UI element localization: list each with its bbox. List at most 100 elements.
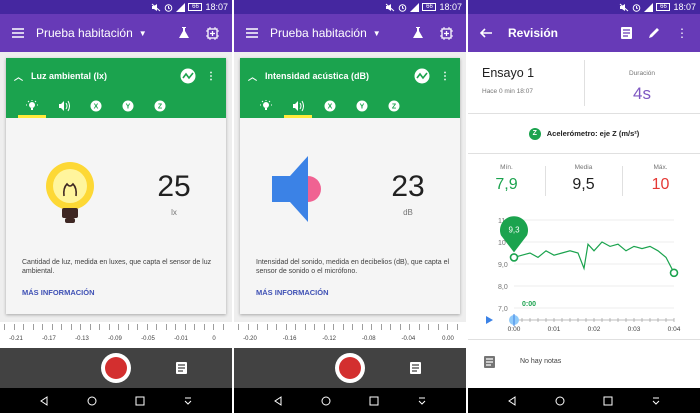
sensor-graph[interactable]: 11 10 9,0 8,0 7,0 0:00 0:01 0:02 0:03 0:04 9,3 0:00 bbox=[468, 208, 700, 340]
ruler-mark bbox=[184, 324, 186, 330]
edit-pencil-icon[interactable] bbox=[640, 27, 668, 39]
ruler-mark bbox=[418, 324, 420, 330]
ruler-mark bbox=[194, 324, 195, 330]
hide-keyboard-icon[interactable] bbox=[183, 396, 193, 406]
home-nav-icon[interactable] bbox=[555, 396, 565, 406]
stat-max-value: 10 bbox=[651, 176, 670, 193]
z-axis-icon: Z bbox=[528, 127, 541, 140]
time-ruler[interactable]: -0.21 -0.17 -0.13 -0.09 -0.05 -0.01 0 bbox=[0, 322, 232, 348]
graph-toggle-icon[interactable] bbox=[180, 68, 196, 84]
more-info-link[interactable]: MÁS INFORMACIÓN bbox=[22, 288, 95, 297]
time-ruler[interactable]: -0.20 -0.16 -0.12 -0.08 -0.04 0.00 bbox=[234, 322, 466, 348]
clock: 18:07 bbox=[673, 2, 696, 12]
back-nav-icon[interactable] bbox=[273, 395, 283, 406]
more-info-link[interactable]: MÁS INFORMACIÓN bbox=[256, 288, 329, 297]
home-nav-icon[interactable] bbox=[321, 396, 331, 406]
overflow-menu-icon[interactable]: ⋮ bbox=[668, 26, 696, 40]
sensor-card-title: Intensidad acústica (dB) bbox=[265, 71, 370, 81]
recents-nav-icon[interactable] bbox=[135, 396, 145, 406]
tab-accel-y[interactable]: Y bbox=[112, 94, 144, 118]
record-button[interactable] bbox=[335, 353, 365, 383]
menu-icon[interactable] bbox=[238, 28, 266, 38]
battery-icon: 66 bbox=[656, 3, 671, 11]
status-bar: 66 18:07 bbox=[234, 0, 466, 14]
ruler-tick-label: -0.04 bbox=[401, 336, 416, 342]
recents-nav-icon[interactable] bbox=[369, 396, 379, 406]
sensor-value: 23 bbox=[391, 170, 425, 203]
menu-icon[interactable] bbox=[4, 28, 32, 38]
note-icon[interactable] bbox=[176, 361, 187, 379]
pin-value-label: 9,3 bbox=[508, 225, 520, 234]
tab-sound-sensor[interactable] bbox=[48, 94, 80, 118]
flask-icon[interactable] bbox=[170, 27, 198, 39]
tab-accel-z[interactable]: Z bbox=[144, 94, 176, 118]
notes-icon[interactable] bbox=[612, 27, 640, 39]
tab-sound-sensor[interactable] bbox=[282, 94, 314, 118]
sensor-card: ︿ Luz ambiental (lx) ⋮ X Y Z 25 lx Canti… bbox=[6, 58, 226, 314]
tab-accel-x[interactable]: X bbox=[314, 94, 346, 118]
hide-keyboard-icon[interactable] bbox=[651, 396, 661, 406]
stats-panel: Mín. 7,9 Media 9,5 Máx. 10 bbox=[468, 154, 700, 208]
ruler-mark bbox=[456, 324, 458, 330]
speaker-icon bbox=[293, 100, 304, 112]
play-icon[interactable] bbox=[486, 316, 493, 324]
tab-light-sensor[interactable] bbox=[250, 94, 282, 118]
back-nav-icon[interactable] bbox=[507, 395, 517, 406]
app-bar: Prueba habitación ▼ bbox=[234, 14, 466, 52]
back-arrow-icon[interactable] bbox=[472, 28, 500, 38]
bottom-control-bar bbox=[0, 348, 232, 388]
recents-nav-icon[interactable] bbox=[603, 396, 613, 406]
add-sensor-icon[interactable] bbox=[198, 26, 226, 40]
svg-text:X: X bbox=[328, 104, 333, 111]
tab-accel-x[interactable]: X bbox=[80, 94, 112, 118]
ruler-mark bbox=[108, 324, 110, 330]
record-button[interactable] bbox=[101, 353, 131, 383]
end-point bbox=[669, 268, 679, 278]
ruler-mark bbox=[314, 324, 315, 330]
ruler-mark bbox=[203, 324, 205, 330]
start-point bbox=[509, 253, 519, 262]
ruler-mark bbox=[409, 324, 410, 330]
alarm-icon bbox=[165, 3, 173, 12]
app-bar: Prueba habitación ▼ bbox=[0, 14, 232, 52]
experiment-title[interactable]: Prueba habitación bbox=[36, 26, 133, 40]
notes-section: No hay notas bbox=[468, 340, 700, 388]
note-icon[interactable] bbox=[410, 361, 421, 379]
tab-accel-z[interactable]: Z bbox=[378, 94, 410, 118]
x-axis-icon: X bbox=[90, 100, 102, 112]
x-tick-label: 0:01 bbox=[548, 326, 561, 333]
y-tick-label: 7,0 bbox=[498, 306, 508, 313]
sensor-line-chart[interactable]: 11109,08,07,00:00 0:01 0:02 0:03 0:049,30:00 bbox=[468, 208, 700, 340]
ruler-mark bbox=[238, 324, 239, 330]
ruler-mark bbox=[156, 324, 157, 330]
ruler-mark bbox=[165, 324, 167, 330]
phone-screen-light-sensor: 66 18:07 Prueba habitación ▼ ︿ Luz ambie… bbox=[0, 0, 232, 413]
sensor-selector[interactable]: Z Acelerómetro: eje Z (m/s²) bbox=[468, 114, 700, 154]
flask-icon[interactable] bbox=[404, 27, 432, 39]
sensor-unit: dB bbox=[403, 208, 413, 217]
home-nav-icon[interactable] bbox=[87, 396, 97, 406]
dropdown-arrow-icon[interactable]: ▼ bbox=[373, 29, 381, 38]
ruler-mark bbox=[127, 324, 129, 330]
tab-accel-y[interactable]: Y bbox=[346, 94, 378, 118]
collapse-chevron-icon[interactable]: ︿ bbox=[248, 70, 257, 83]
system-nav-bar bbox=[234, 388, 466, 413]
status-bar: 66 18:07 bbox=[0, 0, 232, 14]
add-sensor-icon[interactable] bbox=[432, 26, 460, 40]
svg-text:X: X bbox=[94, 104, 99, 111]
back-nav-icon[interactable] bbox=[39, 395, 49, 406]
tab-light-sensor[interactable] bbox=[16, 94, 48, 118]
overflow-menu-icon[interactable]: ⋮ bbox=[440, 71, 450, 82]
z-axis-icon: Z bbox=[154, 100, 166, 112]
dropdown-arrow-icon[interactable]: ▼ bbox=[139, 29, 147, 38]
overflow-menu-icon[interactable]: ⋮ bbox=[206, 71, 216, 82]
x-tick-label: 0:03 bbox=[628, 326, 641, 333]
experiment-title[interactable]: Prueba habitación bbox=[270, 26, 367, 40]
collapse-chevron-icon[interactable]: ︿ bbox=[14, 70, 23, 83]
z-axis-icon: Z bbox=[388, 100, 400, 112]
hide-keyboard-icon[interactable] bbox=[417, 396, 427, 406]
ruler-mark bbox=[175, 324, 176, 330]
sensor-label: Acelerómetro: eje Z (m/s²) bbox=[546, 129, 640, 138]
stat-avg: Media 9,5 bbox=[545, 154, 622, 208]
graph-toggle-icon[interactable] bbox=[414, 68, 430, 84]
